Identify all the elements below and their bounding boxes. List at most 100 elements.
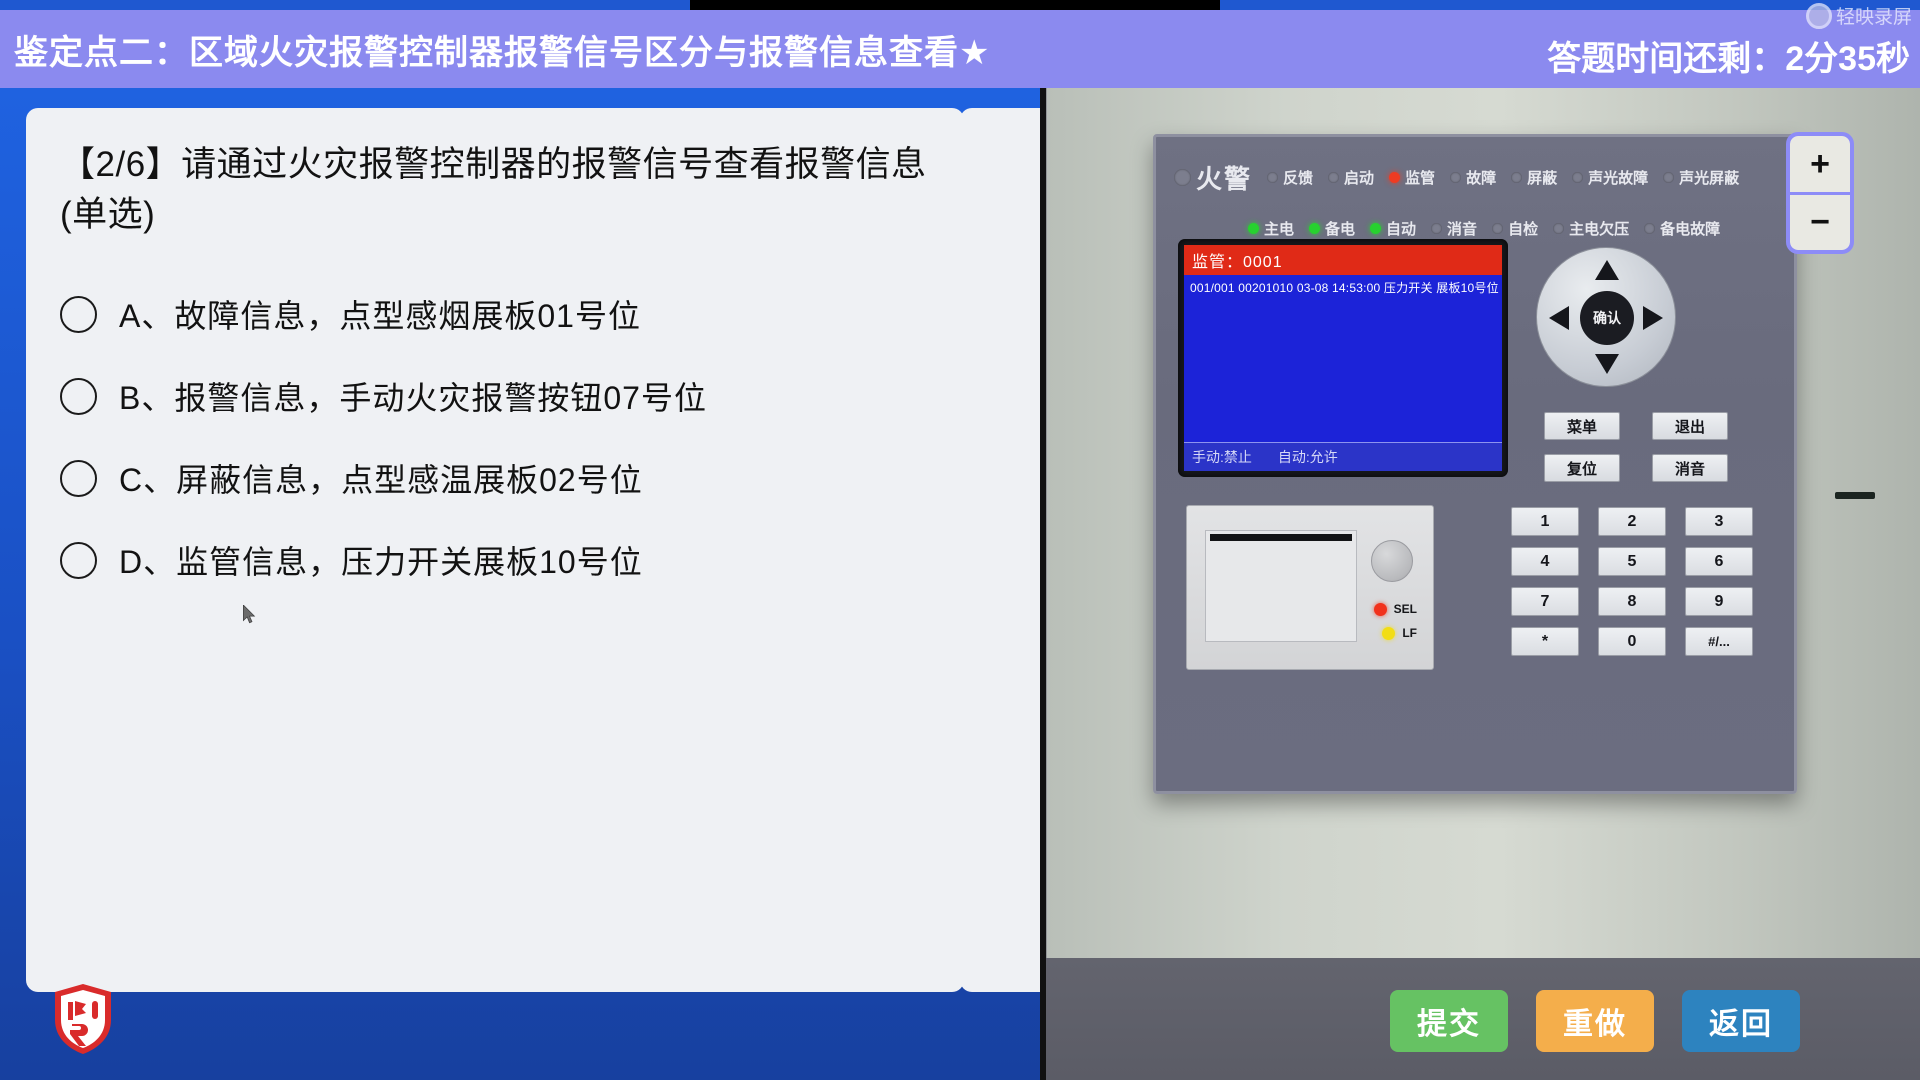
radio-option-b[interactable] [60,377,97,415]
action-button-bar: 提交 重做 返回 [1390,990,1800,1052]
recorder-watermark: 轻映录屏 [1805,2,1912,29]
indicator-label-zhudian-qianya: 主电欠压 [1569,221,1630,238]
header-right-group: 轻映录屏 答题时间还剩：2分35秒 [1547,2,1920,88]
led-zhudian-icon [1248,223,1259,234]
indicator-row-secondary: 主电 备电 自动 消音 自检 主电欠压 备电故障 [1174,218,1782,239]
exit-button[interactable]: 退出 [1652,412,1728,440]
indicator-label-qidong: 启动 [1344,170,1375,187]
indicator-fankui: 反馈 [1267,167,1313,188]
key-7[interactable]: 7 [1511,587,1579,616]
printer-module: SEL LF [1186,505,1434,670]
indicator-guzhang: 故障 [1450,167,1496,188]
indicator-label-huojing: 火警 [1196,164,1253,194]
lcd-alarm-title: 监管：0001 [1184,245,1502,275]
sel-label: SEL [1393,602,1417,616]
institution-emblem-icon [55,984,111,1054]
led-shengguang-guzhang-icon [1572,172,1584,183]
lcd-status-auto: 自动:允许 [1277,449,1338,465]
indicator-xiaoyin: 消音 [1431,218,1477,239]
indicator-strip: 火警 反馈 启动 监管 故障 屏蔽 声光故障 声光屏蔽 主电 备电 自动 消音 … [1156,137,1794,239]
key-8[interactable]: 8 [1598,587,1666,616]
indicator-label-zhudian: 主电 [1264,221,1295,238]
question-text: 【2/6】请通过火灾报警控制器的报警信号查看报警信息(单选) [60,145,927,234]
lcd-status-bar: 手动:禁止 自动:允许 [1184,442,1502,471]
navigation-dpad[interactable]: 确认 [1536,247,1676,387]
key-0[interactable]: 0 [1598,627,1666,656]
lcd-status-manual: 手动:禁止 [1192,449,1252,465]
top-black-strip [690,0,1220,10]
options-list: A、故障信息，点型感烟展板01号位 B、报警信息，手动火灾报警按钮07号位 C、… [60,273,930,601]
arrow-left-icon[interactable] [1549,306,1569,330]
key-1[interactable]: 1 [1511,507,1579,536]
reset-button[interactable]: 复位 [1544,454,1620,482]
indicator-qidong: 启动 [1328,167,1374,188]
mouse-cursor-icon [243,605,256,624]
page-title: 鉴定点二：区域火灾报警控制器报警信号区分与报警信息查看★ [14,33,991,72]
arrow-down-icon[interactable] [1595,354,1619,374]
option-row-d[interactable]: D、监管信息，压力开关展板10号位 [60,519,930,601]
led-jianguan-icon [1389,172,1401,183]
key-3[interactable]: 3 [1685,507,1753,536]
countdown-timer: 答题时间还剩：2分35秒 [1547,40,1910,78]
cabinet-handle [1835,492,1875,499]
indicator-jianguan: 监管 [1389,167,1435,188]
silence-button[interactable]: 消音 [1652,454,1728,482]
key-6[interactable]: 6 [1685,547,1753,576]
led-pingbi-icon [1511,172,1523,183]
indicator-label-shengguang-guzhang: 声光故障 [1588,170,1649,187]
key-hash[interactable]: #/... [1685,627,1753,656]
indicator-shengguang-pingbi: 声光屏蔽 [1663,167,1739,188]
indicator-shengguang-guzhang: 声光故障 [1572,167,1648,188]
option-row-b[interactable]: B、报警信息，手动火灾报警按钮07号位 [60,355,930,437]
led-zijian-icon [1492,223,1504,234]
option-row-a[interactable]: A、故障信息，点型感烟展板01号位 [60,273,930,355]
key-2[interactable]: 2 [1598,507,1666,536]
lf-led-icon [1382,626,1396,640]
led-shengguang-pingbi-icon [1663,172,1675,183]
led-qidong-icon [1328,172,1340,183]
arrow-right-icon[interactable] [1643,306,1663,330]
redo-button[interactable]: 重做 [1536,990,1654,1052]
lf-label: LF [1402,626,1417,640]
key-star[interactable]: * [1511,627,1579,656]
key-9[interactable]: 9 [1685,587,1753,616]
led-beidian-guzhang-icon [1644,223,1656,234]
zoom-out-button[interactable]: − [1790,194,1850,250]
led-zhudian-qianya-icon [1553,223,1565,234]
indicator-zidong: 自动 [1370,218,1416,239]
zoom-in-button[interactable]: + [1790,136,1850,192]
indicator-label-guzhang: 故障 [1466,170,1497,187]
paper-slot [1205,530,1357,642]
option-label-a: A、故障信息，点型感烟展板01号位 [119,298,641,335]
option-row-c[interactable]: C、屏蔽信息，点型感温展板02号位 [60,437,930,519]
led-xiaoyin-icon [1431,223,1443,234]
zoom-controls: + − [1786,132,1854,254]
indicator-label-pingbi: 屏蔽 [1527,170,1558,187]
indicator-label-beidian-guzhang: 备电故障 [1660,221,1721,238]
led-guzhang-icon [1450,172,1462,183]
led-huojing-icon [1174,169,1191,186]
lcd-screen[interactable]: 监管：0001 001/001 00201010 03-08 14:53:00 … [1184,245,1502,471]
indicator-row-primary: 火警 反馈 启动 监管 故障 屏蔽 声光故障 声光屏蔽 [1174,159,1782,196]
header-bar: 鉴定点二：区域火灾报警控制器报警信号区分与报警信息查看★ 轻映录屏 答题时间还剩… [0,2,1920,88]
radio-option-d[interactable] [60,541,97,579]
printer-led-lf: LF [1382,626,1417,640]
indicator-label-zijian: 自检 [1508,221,1539,238]
option-label-d: D、监管信息，压力开关展板10号位 [119,544,643,581]
led-zidong-icon [1370,223,1382,234]
radio-option-a[interactable] [60,295,97,333]
printer-knob[interactable] [1371,540,1413,582]
indicator-label-beidian: 备电 [1325,221,1356,238]
lcd-body: 001/001 00201010 03-08 14:53:00 压力开关 展板1… [1184,275,1502,442]
led-beidian-icon [1309,223,1321,234]
back-button[interactable]: 返回 [1682,990,1800,1052]
radio-option-c[interactable] [60,459,97,497]
confirm-button[interactable]: 确认 [1580,291,1634,345]
printer-led-sel: SEL [1373,602,1417,616]
submit-button[interactable]: 提交 [1390,990,1508,1052]
record-ring-icon [1805,2,1832,29]
menu-button[interactable]: 菜单 [1544,412,1620,440]
arrow-up-icon[interactable] [1595,260,1619,280]
key-5[interactable]: 5 [1598,547,1666,576]
key-4[interactable]: 4 [1511,547,1579,576]
